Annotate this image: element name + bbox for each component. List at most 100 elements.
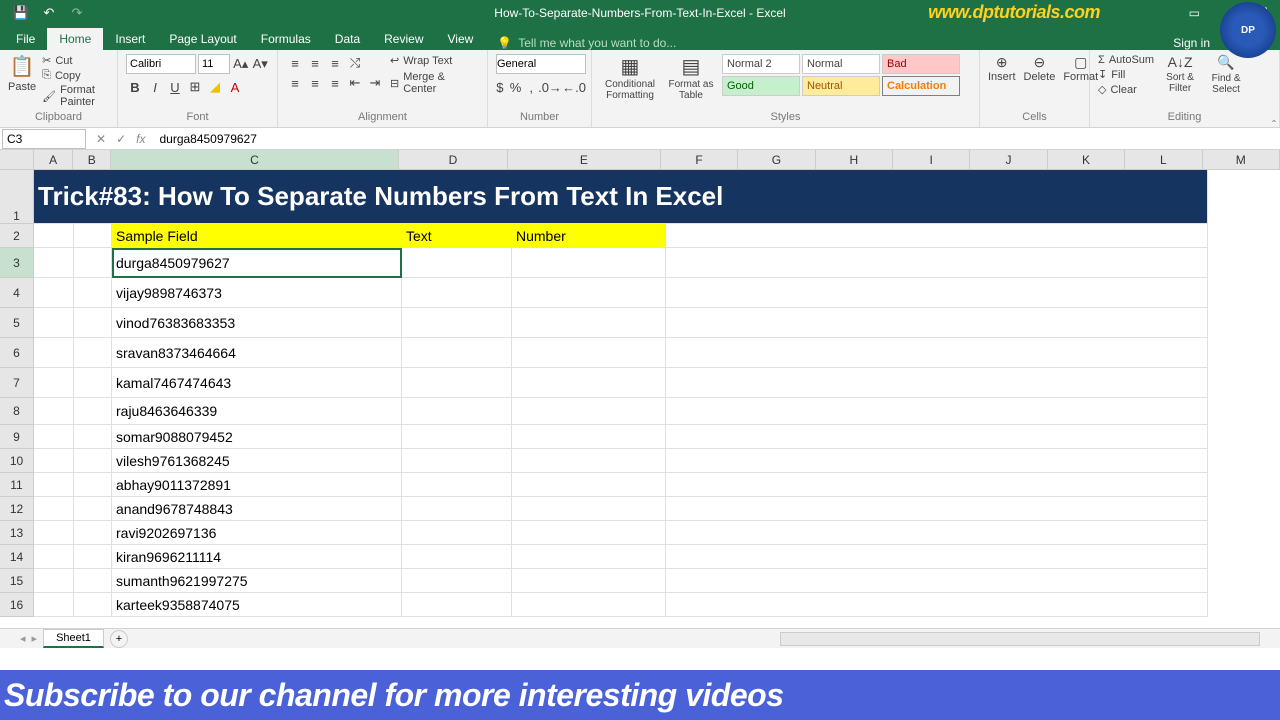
currency-icon[interactable]: $ [496,78,504,96]
number-format-select[interactable] [496,54,586,74]
col-header-H[interactable]: H [816,150,893,169]
cell-E4[interactable] [512,278,666,308]
cell-D10[interactable] [402,449,512,473]
cell-B13[interactable] [74,521,112,545]
underline-button[interactable]: U [166,78,184,96]
cell-C16[interactable]: karteek9358874075 [112,593,402,617]
col-header-G[interactable]: G [738,150,815,169]
col-header-B[interactable]: B [73,150,111,169]
tab-insert[interactable]: Insert [103,28,157,50]
sign-in[interactable]: Sign in [1173,36,1210,50]
format-as-table-button[interactable]: ▤ Format as Table [666,54,716,101]
indent-decrease-icon[interactable]: ⇤ [346,74,364,92]
orientation-icon[interactable]: ⤭ [346,54,364,72]
row-header-6[interactable]: 6 [0,338,34,368]
border-button[interactable]: ⊞ [186,78,204,96]
cell-D3[interactable] [402,248,512,278]
decrease-font-icon[interactable]: A▾ [252,55,270,73]
cell-B2[interactable] [74,224,112,248]
align-right-icon[interactable]: ≡ [326,74,344,92]
align-middle-icon[interactable]: ≡ [306,54,324,72]
cell-B6[interactable] [74,338,112,368]
cell-blank-row13[interactable] [666,521,1208,545]
row-header-1[interactable]: 1 [0,170,34,224]
col-header-L[interactable]: L [1125,150,1202,169]
enter-formula-icon[interactable]: ✓ [116,132,126,146]
conditional-formatting-button[interactable]: ▦ Conditional Formatting [600,54,660,101]
tab-data[interactable]: Data [323,28,372,50]
row-header-11[interactable]: 11 [0,473,34,497]
style-good[interactable]: Good [722,76,800,96]
cell-B3[interactable] [74,248,112,278]
cell-B7[interactable] [74,368,112,398]
cell-blank-row5[interactable] [666,308,1208,338]
row-header-15[interactable]: 15 [0,569,34,593]
cell-blank-row11[interactable] [666,473,1208,497]
redo-icon[interactable]: ↷ [70,6,84,20]
percent-icon[interactable]: % [510,78,522,96]
cell-D5[interactable] [402,308,512,338]
cell-D9[interactable] [402,425,512,449]
align-top-icon[interactable]: ≡ [286,54,304,72]
sheet-nav-next-icon[interactable]: ▸ [32,632,38,645]
cell-A4[interactable] [34,278,74,308]
decrease-decimal-icon[interactable]: ←.0 [565,78,583,96]
cut-button[interactable]: ✂Cut [42,54,109,67]
tab-formulas[interactable]: Formulas [249,28,323,50]
cell-D15[interactable] [402,569,512,593]
cell-D13[interactable] [402,521,512,545]
cell-C10[interactable]: vilesh9761368245 [112,449,402,473]
row-header-8[interactable]: 8 [0,398,34,425]
cell-C3[interactable]: durga8450979627 [112,248,402,278]
cell-C2-sample[interactable]: Sample Field [112,224,402,248]
fill-button[interactable]: ↧Fill [1098,68,1154,81]
cell-blank-row12[interactable] [666,497,1208,521]
cell-B16[interactable] [74,593,112,617]
add-sheet-button[interactable]: + [110,630,128,648]
col-header-C[interactable]: C [111,150,399,169]
indent-increase-icon[interactable]: ⇥ [366,74,384,92]
clear-button[interactable]: ◇Clear [1098,83,1154,96]
cell-E5[interactable] [512,308,666,338]
insert-button[interactable]: ⊕Insert [988,54,1016,83]
cell-B10[interactable] [74,449,112,473]
cell-A7[interactable] [34,368,74,398]
row-header-5[interactable]: 5 [0,308,34,338]
cell-blank-row8[interactable] [666,398,1208,425]
style-normal2[interactable]: Normal 2 [722,54,800,74]
spreadsheet-grid[interactable]: A B C D E F G H I J K L M 1 Trick#83: Ho… [0,150,1280,628]
cell-C6[interactable]: sravan8373464664 [112,338,402,368]
cell-E11[interactable] [512,473,666,497]
cell-A12[interactable] [34,497,74,521]
cell-C11[interactable]: abhay9011372891 [112,473,402,497]
cancel-formula-icon[interactable]: ✕ [96,132,106,146]
undo-icon[interactable]: ↶ [42,6,56,20]
cell-C13[interactable]: ravi9202697136 [112,521,402,545]
autosum-button[interactable]: ΣAutoSum [1098,54,1154,66]
cell-A8[interactable] [34,398,74,425]
cell-B5[interactable] [74,308,112,338]
cell-A9[interactable] [34,425,74,449]
increase-decimal-icon[interactable]: .0→ [541,78,559,96]
col-header-F[interactable]: F [661,150,738,169]
cell-E13[interactable] [512,521,666,545]
font-size-select[interactable] [198,54,230,74]
cell-B14[interactable] [74,545,112,569]
font-name-select[interactable] [126,54,196,74]
horizontal-scrollbar[interactable] [780,632,1260,646]
row-header-9[interactable]: 9 [0,425,34,449]
cell-E14[interactable] [512,545,666,569]
cell-B12[interactable] [74,497,112,521]
format-painter-button[interactable]: 🖌Format Painter [42,84,109,108]
cell-E8[interactable] [512,398,666,425]
collapse-ribbon-icon[interactable]: ˆ [1272,118,1276,132]
cell-A2[interactable] [34,224,74,248]
tab-review[interactable]: Review [372,28,435,50]
cell-E2-number[interactable]: Number [512,224,666,248]
delete-button[interactable]: ⊖Delete [1024,54,1056,83]
cell-E3[interactable] [512,248,666,278]
row-header-4[interactable]: 4 [0,278,34,308]
fx-icon[interactable]: fx [136,132,145,146]
col-header-E[interactable]: E [508,150,661,169]
row-header-7[interactable]: 7 [0,368,34,398]
